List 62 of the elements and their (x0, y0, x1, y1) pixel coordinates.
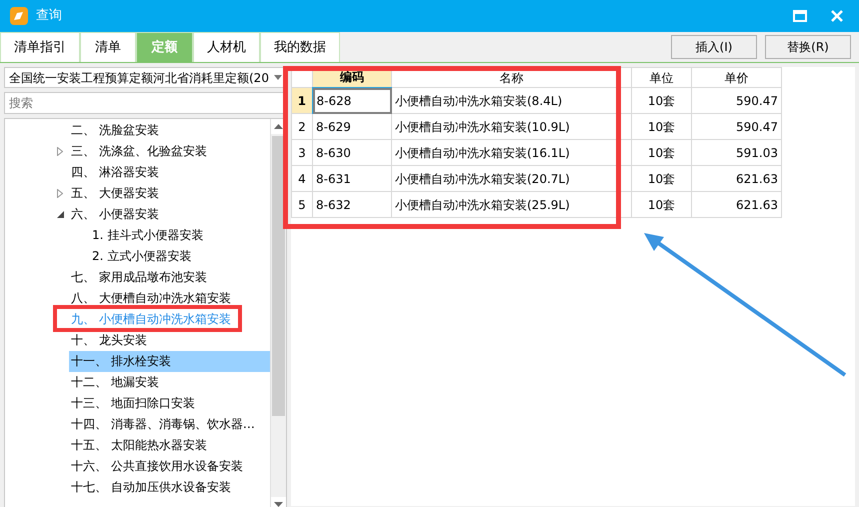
tab[interactable]: 清单 (80, 32, 136, 62)
dropdown-caret-icon (274, 75, 282, 80)
tab[interactable]: 清单指引 (0, 32, 80, 62)
table-cell: 10套 (632, 140, 692, 166)
table-cell: 小便槽自动冲洗水箱安装(20.7L) (392, 166, 632, 192)
tree-item[interactable]: 1. 挂斗式小便器安装 (90, 225, 270, 246)
tree-item[interactable]: 十七、 自动加压供水设备安装 (69, 477, 270, 498)
row-number: 4 (292, 166, 312, 192)
row-number: 3 (292, 140, 312, 166)
tree-item[interactable]: 七、 家用成品墩布池安装 (69, 267, 270, 288)
table-cell: 591.03 (692, 140, 782, 166)
scrollbar[interactable] (270, 119, 286, 507)
table-cell: 8-628 (312, 88, 392, 114)
tree-item[interactable]: 六、 小便器安装 (69, 204, 270, 225)
tree-item[interactable]: 三、 洗涤盆、化验盆安装 (69, 141, 270, 162)
tab[interactable]: 人材机 (193, 32, 260, 62)
tree-item[interactable]: 2. 立式小便器安装 (90, 246, 270, 267)
table-cell: 小便槽自动冲洗水箱安装(10.9L) (392, 114, 632, 140)
tree-item[interactable]: 十四、 消毒器、消毒锅、饮水器… (69, 414, 270, 435)
tree-item[interactable]: 九、 小便槽自动冲洗水箱安装 (69, 309, 270, 330)
expanded-triangle-icon[interactable] (57, 211, 64, 218)
collapsed-triangle-icon[interactable] (57, 147, 63, 156)
table-cell: 小便槽自动冲洗水箱安装(16.1L) (392, 140, 632, 166)
column-header[interactable]: 单位 (632, 68, 692, 88)
tree-item[interactable]: 四、 淋浴器安装 (69, 162, 270, 183)
table-cell: 590.47 (692, 88, 782, 114)
table-cell: 8-632 (312, 192, 392, 218)
table-cell: 621.63 (692, 166, 782, 192)
tree-item[interactable]: 八、 大便槽自动冲洗水箱安装 (69, 288, 270, 309)
app-logo-icon (10, 7, 28, 25)
table-cell: 621.63 (692, 192, 782, 218)
column-header[interactable]: 名称 (392, 68, 632, 88)
tree-item[interactable]: 二、 洗脸盆安装 (69, 120, 270, 141)
table-cell: 小便槽自动冲洗水箱安装(25.9L) (392, 192, 632, 218)
row-number: 1 (292, 88, 312, 114)
table-cell: 10套 (632, 88, 692, 114)
table-cell: 8-631 (312, 166, 392, 192)
window-title: 查询 (36, 7, 62, 26)
scrollbar-thumb[interactable] (272, 136, 285, 416)
collapsed-triangle-icon[interactable] (57, 189, 63, 198)
replace-button[interactable]: 替换(R) (765, 35, 851, 59)
table-cell: 10套 (632, 166, 692, 192)
close-icon[interactable] (831, 10, 843, 22)
insert-button[interactable]: 插入(I) (671, 35, 757, 59)
table-cell: 小便槽自动冲洗水箱安装(8.4L) (392, 88, 632, 114)
tree-item[interactable]: 十五、 太阳能热水器安装 (69, 435, 270, 456)
tree-item[interactable]: 五、 大便器安装 (69, 183, 270, 204)
tree-item[interactable]: 十、 龙头安装 (69, 330, 270, 351)
row-number: 5 (292, 192, 312, 218)
table-cell: 10套 (632, 114, 692, 140)
tree-item[interactable]: 十六、 公共直接饮用水设备安装 (69, 456, 270, 477)
tree-item[interactable]: 十二、 地漏安装 (69, 372, 270, 393)
tab[interactable]: 我的数据 (260, 32, 340, 62)
column-header[interactable]: 单价 (692, 68, 782, 88)
table-cell: 590.47 (692, 114, 782, 140)
row-number: 2 (292, 114, 312, 140)
maximize-icon[interactable] (793, 10, 807, 22)
table-cell: 10套 (632, 192, 692, 218)
table-cell: 8-629 (312, 114, 392, 140)
tree-item[interactable]: 十三、 地面扫除口安装 (69, 393, 270, 414)
table-cell: 8-630 (312, 140, 392, 166)
tree-item[interactable]: 十一、 排水栓安装 (69, 351, 270, 372)
